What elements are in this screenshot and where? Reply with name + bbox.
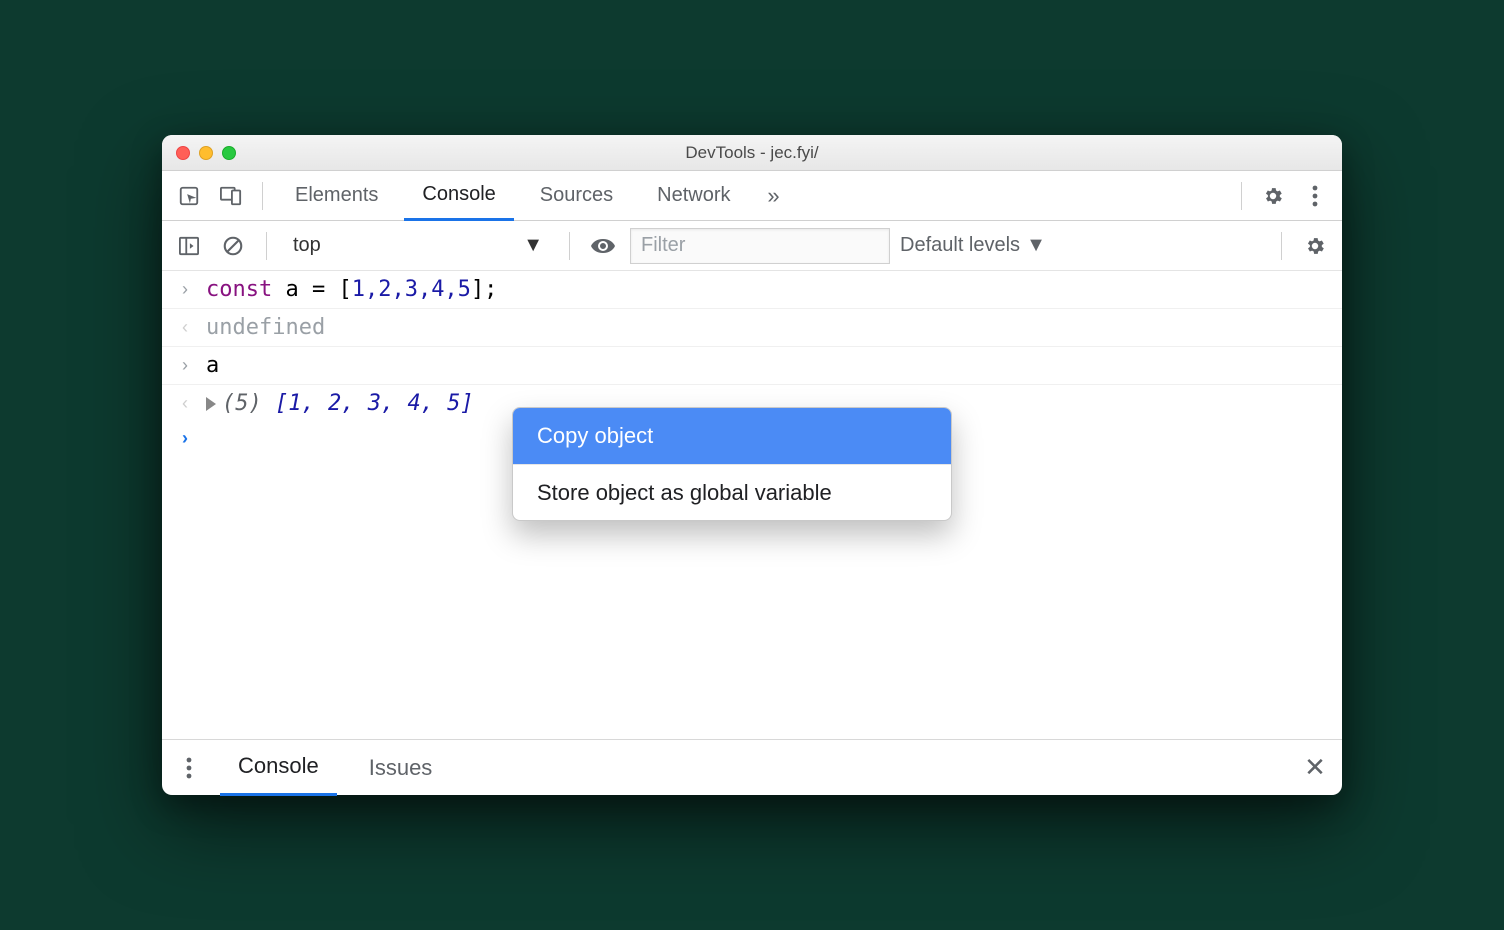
output-chevron-icon: ‹ [176,393,194,414]
more-tabs-icon[interactable]: » [757,179,791,213]
console-body: › const a = [1,2,3,4,5]; ‹ undefined › a… [162,271,1342,739]
settings-icon[interactable] [1256,179,1290,213]
live-expression-icon[interactable] [586,229,620,263]
device-toggle-icon[interactable] [214,179,248,213]
array-result[interactable]: (5) [1, 2, 3, 4, 5] [206,391,474,416]
inspect-element-icon[interactable] [172,179,206,213]
output-chevron-icon: ‹ [176,317,194,338]
chevron-down-icon: ▼ [523,234,543,257]
titlebar: DevTools - jec.fyi/ [162,135,1342,171]
filter-input[interactable] [630,228,890,264]
log-levels-selector[interactable]: Default levels ▼ [900,234,1046,257]
window-title: DevTools - jec.fyi/ [162,143,1342,163]
divider [266,232,267,260]
divider [1241,182,1242,210]
chevron-down-icon: ▼ [1026,234,1046,257]
tab-network[interactable]: Network [639,171,748,221]
drawer: Console Issues ✕ [162,739,1342,795]
divider [1281,232,1282,260]
levels-label: Default levels [900,234,1020,257]
divider [569,232,570,260]
context-menu-copy-object[interactable]: Copy object [513,408,951,464]
console-settings-icon[interactable] [1298,229,1332,263]
code-text: const a = [1,2,3,4,5]; [206,277,497,302]
divider [262,182,263,210]
close-drawer-icon[interactable]: ✕ [1298,751,1332,785]
devtools-window: DevTools - jec.fyi/ Elements Console Sou… [162,135,1342,795]
execution-context-selector[interactable]: top ▼ [283,230,553,261]
console-sidebar-toggle-icon[interactable] [172,229,206,263]
tab-console[interactable]: Console [404,171,513,221]
clear-console-icon[interactable] [216,229,250,263]
drawer-tab-issues[interactable]: Issues [351,740,451,796]
context-menu: Copy object Store object as global varia… [512,407,952,521]
context-menu-store-global[interactable]: Store object as global variable [513,464,951,520]
console-toolbar: top ▼ Default levels ▼ [162,221,1342,271]
context-label: top [293,234,321,257]
prompt-chevron-icon: › [176,428,194,449]
tab-sources[interactable]: Sources [522,171,631,221]
code-text: a [206,353,219,378]
kebab-menu-icon[interactable] [1298,179,1332,213]
console-input-line[interactable]: › a [162,347,1342,385]
input-chevron-icon: › [176,279,194,300]
console-input-line[interactable]: › const a = [1,2,3,4,5]; [162,271,1342,309]
expand-triangle-icon[interactable] [206,397,216,411]
drawer-tab-console[interactable]: Console [220,740,337,796]
tab-elements[interactable]: Elements [277,171,396,221]
output-text: undefined [206,315,325,340]
drawer-kebab-icon[interactable] [172,751,206,785]
console-output-line: ‹ undefined [162,309,1342,347]
main-tabs: Elements Console Sources Network » [162,171,1342,221]
input-chevron-icon: › [176,355,194,376]
